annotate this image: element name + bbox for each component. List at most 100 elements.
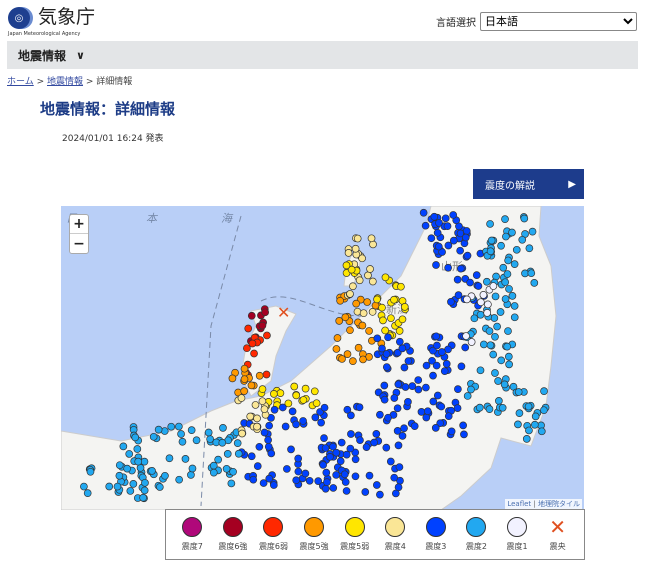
station-marker[interactable]	[332, 448, 341, 457]
language-select[interactable]: 日本語	[480, 12, 637, 31]
station-marker[interactable]	[433, 341, 441, 350]
station-marker[interactable]	[346, 290, 354, 298]
station-marker[interactable]	[476, 310, 485, 319]
station-marker[interactable]	[437, 402, 446, 411]
station-marker[interactable]	[514, 420, 522, 429]
station-marker[interactable]	[390, 394, 399, 402]
station-marker[interactable]	[443, 222, 452, 230]
station-marker[interactable]	[140, 486, 149, 495]
station-marker[interactable]	[398, 432, 407, 440]
station-marker[interactable]	[422, 383, 430, 392]
station-marker[interactable]	[351, 455, 360, 464]
station-marker[interactable]	[139, 493, 147, 502]
station-marker[interactable]	[390, 295, 398, 304]
station-marker[interactable]	[349, 282, 357, 291]
station-marker[interactable]	[346, 444, 355, 453]
station-marker[interactable]	[463, 392, 472, 400]
station-marker[interactable]	[222, 464, 231, 473]
station-marker[interactable]	[449, 236, 458, 245]
station-marker[interactable]	[514, 388, 523, 396]
station-marker[interactable]	[521, 269, 529, 278]
station-marker[interactable]	[461, 233, 470, 242]
station-marker[interactable]	[249, 475, 258, 484]
station-marker[interactable]	[355, 276, 364, 285]
station-marker[interactable]	[368, 307, 377, 316]
station-marker[interactable]	[344, 248, 353, 257]
station-marker[interactable]	[292, 391, 301, 400]
station-marker[interactable]	[504, 352, 513, 361]
station-marker[interactable]	[342, 261, 351, 270]
station-marker[interactable]	[410, 422, 419, 430]
station-marker[interactable]	[354, 343, 363, 352]
station-marker[interactable]	[422, 413, 431, 422]
station-marker[interactable]	[498, 403, 507, 412]
station-marker[interactable]	[442, 360, 451, 368]
station-marker[interactable]	[472, 271, 481, 279]
station-marker[interactable]	[258, 321, 267, 330]
station-marker[interactable]	[454, 291, 463, 299]
station-marker[interactable]	[474, 282, 483, 290]
station-marker[interactable]	[305, 476, 314, 485]
station-marker[interactable]	[192, 436, 201, 445]
station-marker[interactable]	[86, 467, 95, 476]
station-marker[interactable]	[361, 488, 370, 496]
station-marker[interactable]	[364, 271, 372, 280]
station-marker[interactable]	[247, 381, 256, 390]
station-marker[interactable]	[504, 327, 512, 335]
station-marker[interactable]	[258, 397, 267, 406]
station-marker[interactable]	[510, 313, 519, 322]
station-marker[interactable]	[440, 367, 449, 375]
station-marker[interactable]	[366, 265, 374, 273]
station-marker[interactable]	[278, 403, 287, 412]
station-marker[interactable]	[489, 350, 498, 359]
station-marker[interactable]	[432, 332, 441, 341]
station-marker[interactable]	[219, 424, 227, 432]
station-marker[interactable]	[382, 363, 391, 371]
station-marker[interactable]	[292, 476, 301, 485]
station-marker[interactable]	[449, 211, 458, 219]
station-marker[interactable]	[373, 295, 381, 304]
station-marker[interactable]	[209, 461, 218, 470]
station-marker[interactable]	[390, 473, 399, 482]
station-marker[interactable]	[281, 422, 290, 431]
station-marker[interactable]	[299, 417, 307, 425]
station-marker[interactable]	[353, 234, 362, 243]
station-marker[interactable]	[248, 339, 257, 348]
station-marker[interactable]	[479, 291, 488, 299]
station-marker[interactable]	[378, 303, 386, 312]
station-marker[interactable]	[484, 300, 492, 309]
station-marker[interactable]	[229, 467, 237, 476]
station-marker[interactable]	[260, 428, 269, 437]
station-marker[interactable]	[119, 442, 128, 451]
station-marker[interactable]	[154, 425, 163, 434]
station-marker[interactable]	[453, 275, 462, 284]
station-marker[interactable]	[346, 326, 354, 335]
station-marker[interactable]	[105, 482, 114, 491]
station-marker[interactable]	[228, 374, 237, 383]
station-marker[interactable]	[486, 341, 495, 350]
intensity-explanation-button[interactable]: 震度の解説 ▶	[473, 169, 584, 199]
station-marker[interactable]	[356, 436, 364, 445]
station-marker[interactable]	[320, 403, 329, 412]
station-marker[interactable]	[379, 316, 387, 325]
station-marker[interactable]	[134, 457, 143, 466]
station-marker[interactable]	[447, 298, 455, 306]
station-marker[interactable]	[355, 403, 364, 412]
station-marker[interactable]	[323, 478, 331, 486]
station-marker[interactable]	[333, 334, 342, 342]
nav-menu-earthquake[interactable]: 地震情報 ∨	[7, 41, 638, 69]
station-marker[interactable]	[453, 404, 462, 412]
station-marker[interactable]	[264, 442, 273, 451]
station-marker[interactable]	[267, 449, 276, 458]
station-marker[interactable]	[234, 449, 243, 458]
station-marker[interactable]	[370, 438, 378, 447]
station-marker[interactable]	[486, 247, 495, 256]
station-marker[interactable]	[482, 277, 491, 286]
station-marker[interactable]	[384, 413, 392, 422]
station-marker[interactable]	[434, 242, 443, 251]
station-marker[interactable]	[493, 322, 501, 331]
station-marker[interactable]	[371, 301, 380, 310]
station-marker[interactable]	[261, 308, 269, 317]
station-marker[interactable]	[505, 285, 513, 293]
station-marker[interactable]	[80, 482, 88, 491]
